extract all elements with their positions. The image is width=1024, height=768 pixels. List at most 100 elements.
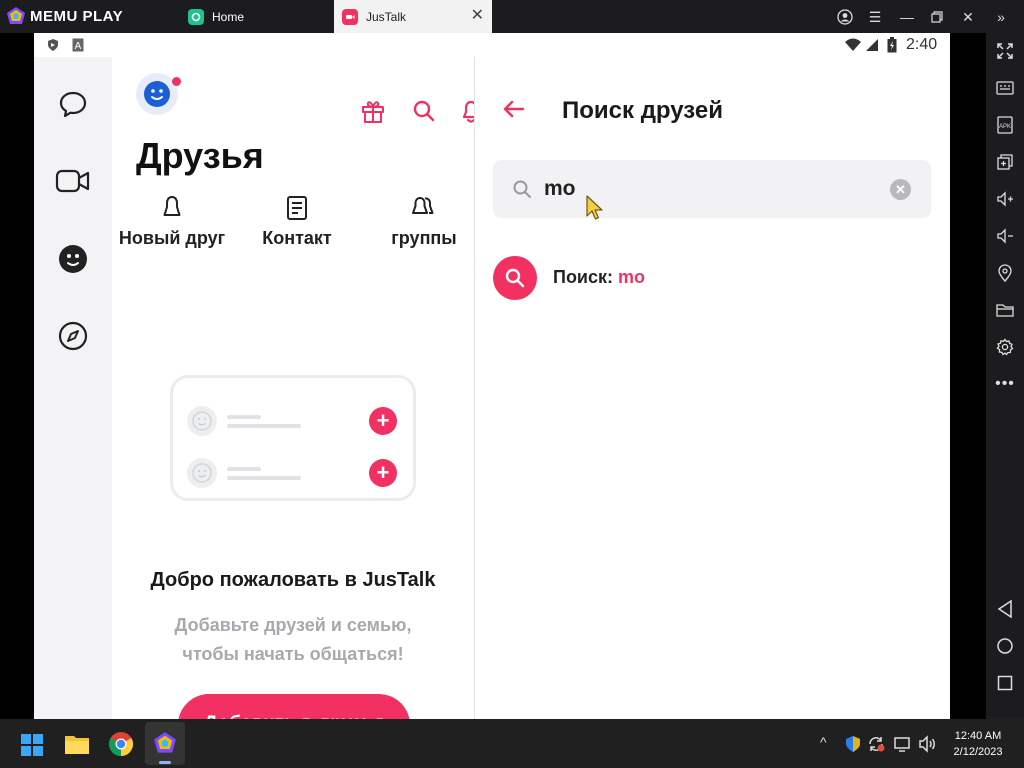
status-time: 2:40 xyxy=(906,36,938,53)
volume-down-icon[interactable] xyxy=(993,224,1017,248)
keyboard-icon[interactable] xyxy=(993,76,1017,100)
memu-taskbar-icon xyxy=(154,732,176,753)
friends-panel: Друзья Новый друг Контакт группы + + Доб… xyxy=(112,57,488,719)
fullscreen-icon[interactable] xyxy=(993,39,1017,63)
placeholder-line xyxy=(227,424,301,428)
multi-window-icon[interactable] xyxy=(993,150,1017,174)
gift-icon[interactable] xyxy=(360,98,386,129)
defender-icon[interactable] xyxy=(845,735,861,758)
mouse-cursor xyxy=(585,194,605,227)
groups-label: группы xyxy=(391,228,457,248)
empty-state-illustration: + + xyxy=(170,375,416,501)
memu-logo-icon xyxy=(7,7,25,24)
nav-discover[interactable] xyxy=(54,317,92,355)
search-field-icon xyxy=(513,180,531,198)
new-friend-label: Новый друг xyxy=(118,228,226,248)
add-friends-button[interactable]: Добавить в друзья xyxy=(178,694,410,719)
search-page-title: Поиск друзей xyxy=(562,97,724,124)
emulator-titlebar: MEMU PLAY Home JusTalk ✕ ☰ — ✕ » xyxy=(0,0,1024,33)
search-input[interactable]: mo ✕ xyxy=(493,160,931,218)
welcome-line-2: чтобы начать общаться! xyxy=(182,644,404,664)
result-prefix: Поиск: xyxy=(553,267,614,287)
tray-chevron-icon[interactable]: ^ xyxy=(820,734,827,750)
welcome-line-1: Добавьте друзей и семью, xyxy=(174,615,412,635)
android-back-icon[interactable] xyxy=(993,597,1017,621)
new-friend-button[interactable]: Новый друг xyxy=(114,195,230,249)
close-icon[interactable]: ✕ xyxy=(957,6,979,28)
android-recents-icon[interactable] xyxy=(993,671,1017,695)
folder-icon[interactable] xyxy=(993,298,1017,322)
add-plus-icon: + xyxy=(369,407,397,435)
file-explorer-icon[interactable] xyxy=(64,732,90,761)
battery-icon xyxy=(887,37,897,58)
account-icon[interactable] xyxy=(834,6,856,28)
volume-up-icon[interactable] xyxy=(993,187,1017,211)
active-indicator xyxy=(159,761,171,764)
display-icon[interactable] xyxy=(894,735,912,758)
taskbar-clock[interactable]: 12:40 AM 2/12/2023 xyxy=(946,728,1010,760)
result-query: mo xyxy=(618,267,646,287)
groups-button[interactable]: группы xyxy=(374,195,474,249)
search-query-text: mo xyxy=(544,177,576,200)
video-camera-icon xyxy=(55,169,90,193)
tab-home[interactable]: Home xyxy=(180,0,330,33)
placeholder-line xyxy=(227,467,261,471)
apk-icon[interactable]: APK xyxy=(993,113,1017,137)
svg-text:APK: APK xyxy=(999,124,1011,130)
contact-button[interactable]: Контакт xyxy=(252,195,342,249)
nav-rail xyxy=(34,57,112,719)
clock-date: 2/12/2023 xyxy=(953,746,1003,758)
speaker-icon[interactable] xyxy=(918,735,938,758)
welcome-text: Добавьте друзей и семью, чтобы начать об… xyxy=(112,611,474,669)
collapse-sidebar-icon[interactable]: » xyxy=(990,6,1012,28)
avatar[interactable] xyxy=(136,73,181,115)
person-icon xyxy=(163,196,181,216)
add-plus-icon: + xyxy=(369,459,397,487)
page-title: Друзья xyxy=(136,135,264,176)
memu-logo: MEMU PLAY xyxy=(6,6,123,26)
a-notification-icon: A xyxy=(72,38,84,57)
menu-icon[interactable]: ☰ xyxy=(864,6,886,28)
android-home-icon[interactable] xyxy=(993,634,1017,658)
placeholder-line xyxy=(227,415,261,419)
memu-taskbar-item[interactable] xyxy=(145,722,185,765)
group-icon xyxy=(412,197,434,214)
tab-justalk-label: JusTalk xyxy=(366,9,407,24)
nav-friends[interactable] xyxy=(54,240,92,278)
windows-start-icon[interactable] xyxy=(20,733,44,762)
home-tab-icon xyxy=(188,8,204,25)
placeholder-avatar xyxy=(187,406,217,436)
chrome-icon[interactable] xyxy=(108,731,134,762)
back-arrow-icon[interactable] xyxy=(503,100,525,123)
notification-dot xyxy=(172,77,181,86)
search-result-row[interactable]: Поиск: mo xyxy=(493,252,933,304)
minimize-icon[interactable]: — xyxy=(896,6,918,28)
document-icon xyxy=(287,196,307,220)
android-screen: A 2:40 Друзья Новый друг Контакт группы … xyxy=(34,33,950,719)
tab-justalk[interactable]: JusTalk ✕ xyxy=(334,0,492,33)
sync-icon[interactable] xyxy=(867,735,885,758)
nav-chats[interactable] xyxy=(54,85,92,123)
clock-time: 12:40 AM xyxy=(954,730,1002,742)
nav-calls[interactable] xyxy=(54,162,92,200)
result-label: Поиск: mo xyxy=(553,267,645,288)
tab-home-label: Home xyxy=(212,9,245,24)
svg-text:A: A xyxy=(75,41,82,52)
settings-gear-icon[interactable] xyxy=(993,335,1017,359)
search-icon[interactable] xyxy=(412,99,436,128)
avatar-smiley-icon xyxy=(144,81,170,107)
more-icon[interactable]: ••• xyxy=(993,372,1017,396)
tab-close-icon[interactable]: ✕ xyxy=(471,8,484,24)
justalk-tab-icon xyxy=(342,8,358,25)
chat-bubble-icon xyxy=(59,91,87,118)
brand-label: MEMU PLAY xyxy=(30,7,124,25)
restore-icon[interactable] xyxy=(926,6,948,28)
android-status-bar: A 2:40 xyxy=(34,33,950,57)
shield-notification-icon xyxy=(46,38,60,57)
emulator-sidebar: APK ••• xyxy=(986,33,1024,719)
clear-search-icon[interactable]: ✕ xyxy=(890,179,911,200)
welcome-title: Добро пожаловать в JusTalk xyxy=(150,569,436,591)
result-search-icon xyxy=(493,256,537,300)
signal-icon xyxy=(865,38,879,57)
location-icon[interactable] xyxy=(993,261,1017,285)
